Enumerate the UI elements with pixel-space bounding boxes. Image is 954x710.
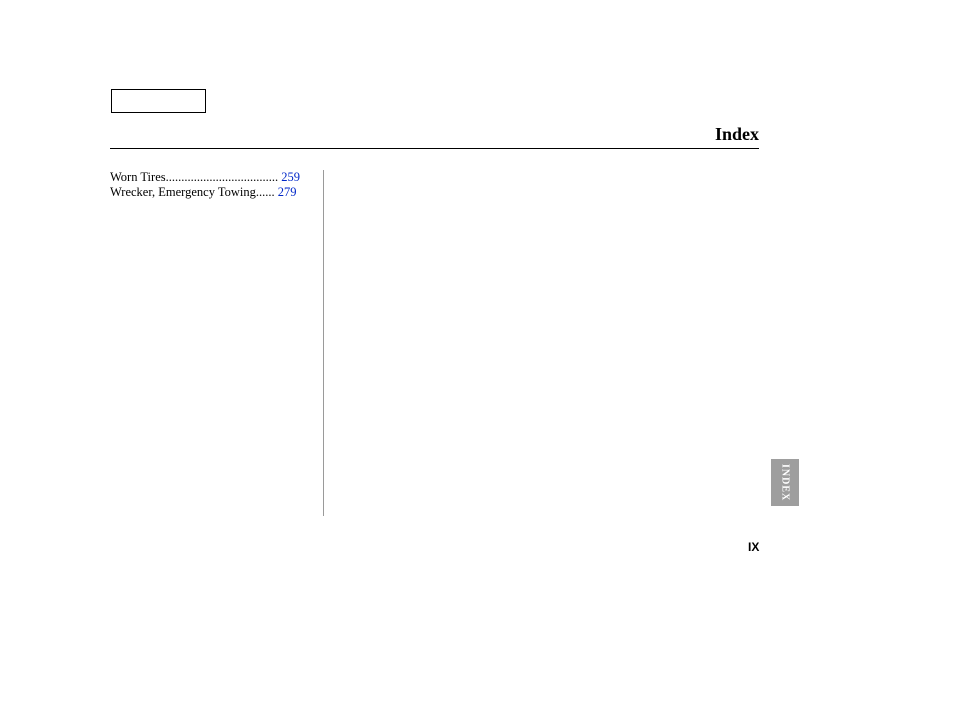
index-page-link[interactable]: 259 <box>281 170 300 184</box>
index-header: Index <box>715 124 759 144</box>
index-column-1: Worn Tires..............................… <box>110 170 324 516</box>
index-page-link[interactable]: 279 <box>278 185 297 199</box>
side-tab-label: INDEX <box>780 464 791 501</box>
index-entry: Wrecker, Emergency Towing...... 279 <box>110 185 316 200</box>
header-row: Index <box>110 124 759 149</box>
index-term: Wrecker, Emergency Towing <box>110 185 256 199</box>
document-page: Index Worn Tires........................… <box>0 0 954 710</box>
index-columns: Worn Tires..............................… <box>110 170 759 516</box>
side-tab-index: INDEX <box>771 459 799 506</box>
corner-box <box>111 89 206 113</box>
index-term: Worn Tires <box>110 170 166 184</box>
index-leader: ...... <box>256 185 275 199</box>
page-number-roman: IX <box>748 540 759 554</box>
index-entry: Worn Tires..............................… <box>110 170 316 185</box>
index-leader: .................................... <box>166 170 279 184</box>
